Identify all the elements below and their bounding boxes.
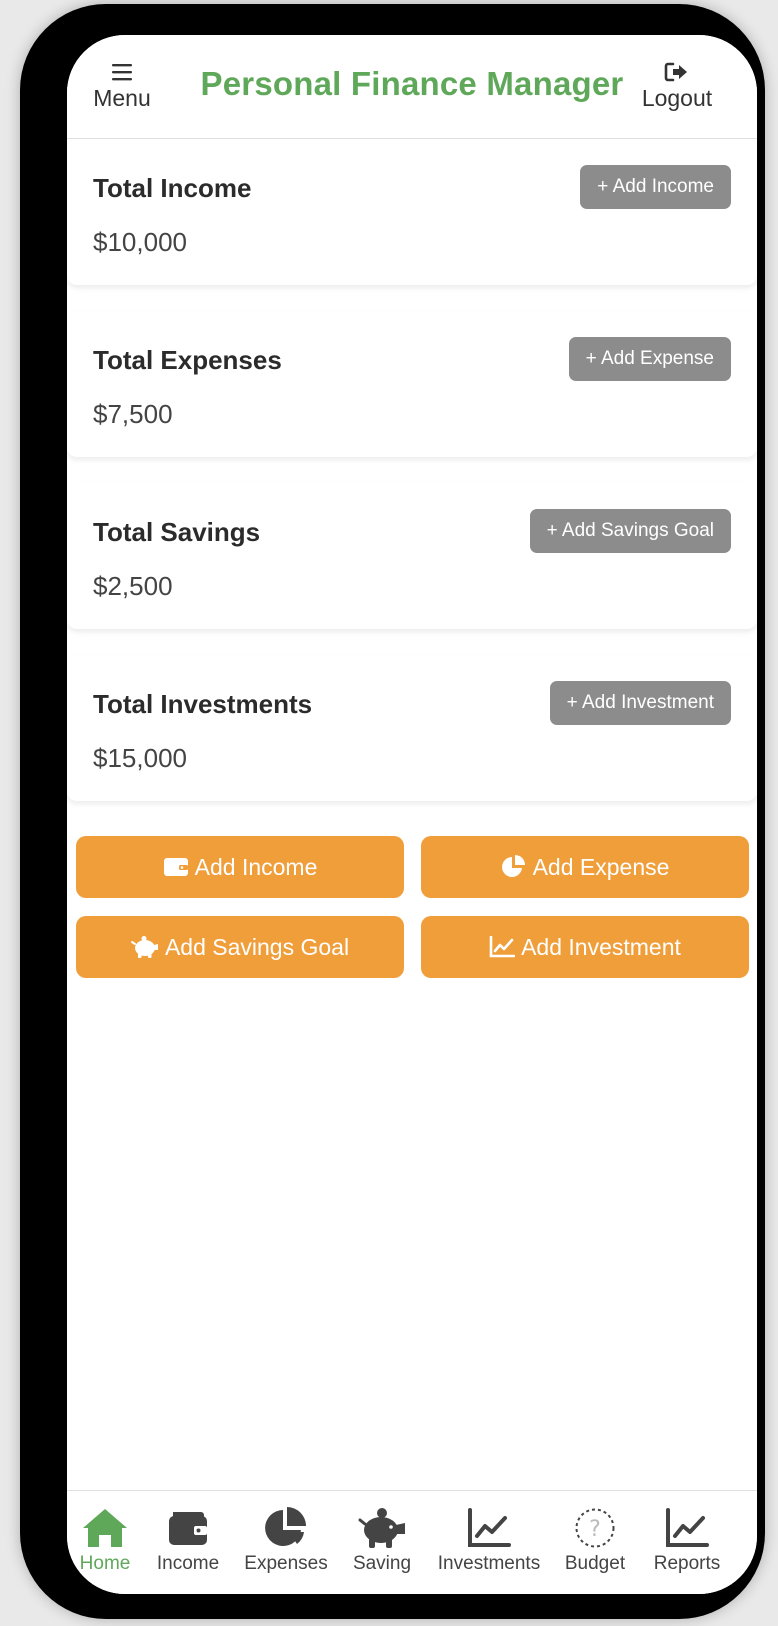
app-screen: Menu Personal Finance Manager Logout Tot… [67, 35, 757, 1594]
sign-out-icon [627, 59, 727, 85]
quick-add-savings-goal-button[interactable]: Add Savings Goal [76, 916, 404, 978]
wallet-icon [169, 1512, 207, 1545]
pie-chart-icon [265, 1507, 306, 1546]
savings-card: Total Savings $2,500 + Add Savings Goal [67, 483, 757, 629]
bottom-nav: Home Income Expenses Saving Investments … [67, 1490, 757, 1594]
logout-button[interactable]: Logout [627, 59, 727, 111]
quick-action-label: Add Savings Goal [164, 933, 350, 960]
card-value: $15,000 [93, 743, 187, 773]
nav-item-expenses[interactable]: Expenses [241, 1505, 331, 1575]
nav-item-saving[interactable]: Saving [347, 1505, 417, 1575]
card-title: Total Savings [93, 517, 261, 547]
quick-action-label: Add Expense [532, 853, 670, 880]
nav-label: Income [156, 1553, 220, 1574]
svg-text:?: ? [589, 1517, 601, 1542]
quick-add-expense-button[interactable]: Add Expense [421, 836, 749, 898]
nav-item-reports[interactable]: Reports [647, 1505, 727, 1575]
piggy-bank-icon [358, 1508, 405, 1548]
add-expense-button[interactable]: + Add Expense [568, 337, 731, 381]
nav-label: Saving [352, 1553, 412, 1574]
nav-label: Expenses [244, 1553, 328, 1574]
line-chart-icon [468, 1508, 511, 1547]
income-card: Total Income $10,000 + Add Income [67, 139, 757, 285]
nav-item-investments[interactable]: Investments [429, 1505, 549, 1575]
card-value: $2,500 [93, 571, 173, 601]
add-investment-button[interactable]: + Add Investment [549, 681, 731, 725]
card-value: $10,000 [93, 227, 187, 257]
home-icon [83, 1509, 127, 1547]
phone-frame: Menu Personal Finance Manager Logout Tot… [20, 4, 765, 1619]
nav-label: Budget [564, 1553, 626, 1574]
expenses-card: Total Expenses $7,500 + Add Expense [67, 311, 757, 457]
quick-action-label: Add Investment [521, 933, 681, 960]
quick-action-label: Add Income [194, 853, 318, 880]
line-chart-icon [666, 1508, 709, 1547]
wallet-icon [163, 858, 188, 876]
logout-label: Logout [641, 85, 713, 111]
line-chart-icon [489, 936, 516, 958]
nav-item-income[interactable]: Income [153, 1505, 223, 1575]
piggy-bank-icon [130, 936, 158, 958]
quick-add-income-button[interactable]: Add Income [76, 836, 404, 898]
card-title: Total Investments [93, 689, 313, 719]
card-title: Total Expenses [93, 345, 282, 375]
nav-item-budget[interactable]: ? Budget [560, 1505, 630, 1575]
pie-chart-icon [501, 855, 525, 877]
nav-label: Home [79, 1553, 131, 1574]
add-savings-goal-button[interactable]: + Add Savings Goal [529, 509, 731, 553]
nav-label: Reports [653, 1553, 721, 1574]
card-title: Total Income [93, 173, 252, 203]
card-value: $7,500 [93, 399, 173, 429]
investments-card: Total Investments $15,000 + Add Investme… [67, 655, 757, 801]
add-income-button[interactable]: + Add Income [580, 165, 731, 209]
nav-item-home[interactable]: Home [75, 1505, 135, 1575]
nav-label: Investments [437, 1553, 541, 1574]
question-icon: ? [575, 1508, 615, 1548]
quick-add-investment-button[interactable]: Add Investment [421, 916, 749, 978]
app-header: Menu Personal Finance Manager Logout [67, 35, 757, 139]
